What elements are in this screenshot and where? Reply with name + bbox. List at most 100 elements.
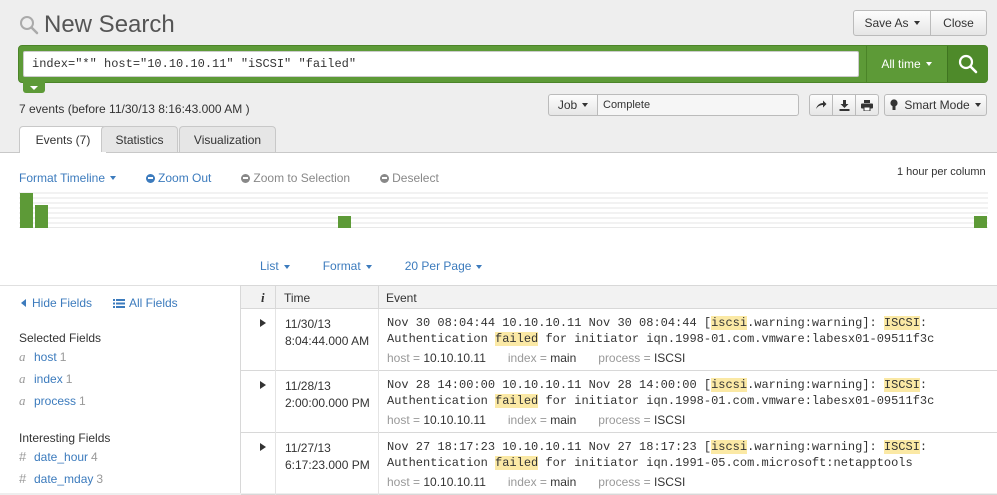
search-icon xyxy=(958,54,978,74)
search-term-highlight[interactable]: ISCSI xyxy=(883,440,920,454)
chevron-down-icon xyxy=(283,264,290,269)
event-text-segment: : xyxy=(919,440,928,454)
close-button[interactable]: Close xyxy=(930,10,987,36)
tab-events[interactable]: Events (7) xyxy=(19,126,107,153)
event-text-segment: Authentication xyxy=(387,456,496,470)
field-process[interactable]: a process 1 xyxy=(19,393,86,409)
field-key: index = xyxy=(507,475,551,489)
field-value: main xyxy=(550,475,577,489)
search-term-highlight[interactable]: iscsi xyxy=(711,378,748,392)
event-line: Authentication failed for initiator iqn.… xyxy=(387,331,934,347)
tab-statistics[interactable]: Statistics xyxy=(101,126,178,152)
search-icon xyxy=(20,16,39,35)
deselect-button[interactable]: Deselect xyxy=(380,170,439,186)
chevron-down-icon xyxy=(476,264,483,269)
field-date-mday[interactable]: # date_mday 3 xyxy=(19,471,103,486)
field-name: process xyxy=(34,394,77,408)
search-input[interactable]: index="*" host="10.10.10.11" "iSCSI" "fa… xyxy=(23,51,859,77)
field-host[interactable]: a host 1 xyxy=(19,349,66,365)
interesting-fields-heading: Interesting Fields xyxy=(19,431,111,445)
field-index[interactable]: a index 1 xyxy=(19,371,72,387)
format-timeline-label: Format Timeline xyxy=(19,171,106,185)
column-divider xyxy=(275,286,276,310)
print-icon xyxy=(861,99,873,111)
table-row: 11/28/13 2:00:00.000 PM Nov 28 14:00:00 1… xyxy=(241,371,997,433)
field-index-pair[interactable]: index = main xyxy=(508,413,576,427)
field-name: host xyxy=(34,350,57,364)
search-term-highlight[interactable]: iscsi xyxy=(711,316,748,330)
share-button[interactable] xyxy=(809,94,833,116)
tab-visualization[interactable]: Visualization xyxy=(179,126,276,152)
title-row: New Search xyxy=(18,8,175,42)
timeline-bar[interactable] xyxy=(338,216,351,228)
expand-row-icon[interactable] xyxy=(260,381,266,389)
search-button[interactable] xyxy=(947,46,988,82)
save-as-button[interactable]: Save As xyxy=(853,10,931,36)
field-process-pair[interactable]: process = ISCSI xyxy=(598,413,685,427)
list-view-button[interactable]: List xyxy=(260,259,290,273)
field-process-pair[interactable]: process = ISCSI xyxy=(598,351,685,365)
export-button[interactable] xyxy=(832,94,856,116)
hide-fields-label: Hide Fields xyxy=(32,296,93,310)
event-text-segment: for initiator iqn.1998-01.com.vmware:lab… xyxy=(538,394,935,408)
field-host-pair[interactable]: host = 10.10.10.11 xyxy=(387,413,486,427)
zoom-out-button[interactable]: Zoom Out xyxy=(146,170,211,186)
field-date-hour[interactable]: # date_hour 4 xyxy=(19,449,98,464)
field-key: index = xyxy=(507,413,551,427)
search-term-highlight[interactable]: failed xyxy=(495,456,539,470)
timeline-bar[interactable] xyxy=(35,205,48,228)
search-term-highlight[interactable]: ISCSI xyxy=(883,316,920,330)
timeline-bar[interactable] xyxy=(20,193,33,228)
event-text-segment: Nov 28 14:00:00 10.10.10.11 Nov 28 14:00… xyxy=(387,378,712,392)
column-divider xyxy=(275,309,276,371)
search-mode-label: Smart Mode xyxy=(904,98,970,112)
field-host-pair[interactable]: host = 10.10.10.11 xyxy=(387,475,486,489)
expand-row-icon[interactable] xyxy=(260,443,266,451)
event-text: Nov 30 08:04:44 10.10.10.11 Nov 30 08:04… xyxy=(387,315,934,347)
field-value: ISCSI xyxy=(653,413,686,427)
field-index-pair[interactable]: index = main xyxy=(508,475,576,489)
search-term-highlight[interactable]: failed xyxy=(495,332,539,346)
all-fields-label: All Fields xyxy=(129,296,178,310)
job-status: Complete xyxy=(597,94,799,116)
chevron-down-icon xyxy=(30,85,38,90)
event-text-segment: .warning:warning]: xyxy=(747,316,884,330)
format-timeline-button[interactable]: Format Timeline xyxy=(19,170,117,186)
expand-row-icon[interactable] xyxy=(260,319,266,327)
field-count: 1 xyxy=(59,350,67,364)
zoom-to-selection-button[interactable]: Zoom to Selection xyxy=(241,170,350,186)
event-fields: host = 10.10.10.11 index = main process … xyxy=(387,351,707,365)
field-value: 10.10.10.11 xyxy=(423,413,486,427)
field-index-pair[interactable]: index = main xyxy=(508,351,576,365)
search-mode-button[interactable]: Smart Mode xyxy=(884,94,987,116)
event-text-segment: Authentication xyxy=(387,332,496,346)
format-button[interactable]: Format xyxy=(323,259,372,273)
all-fields-button[interactable]: All Fields xyxy=(113,296,178,310)
job-label: Job xyxy=(557,98,578,112)
search-assistant-toggle[interactable] xyxy=(23,82,45,93)
event-text-segment: Authentication xyxy=(387,394,496,408)
print-button[interactable] xyxy=(855,94,879,116)
field-name: date_mday xyxy=(34,472,94,486)
job-menu-button[interactable]: Job xyxy=(548,94,598,116)
field-value: ISCSI xyxy=(653,351,686,365)
search-term-highlight[interactable]: iscsi xyxy=(711,440,748,454)
search-term-highlight[interactable]: ISCSI xyxy=(883,378,920,392)
hide-fields-button[interactable]: Hide Fields xyxy=(19,296,92,310)
field-process-pair[interactable]: process = ISCSI xyxy=(598,475,685,489)
per-page-button[interactable]: 20 Per Page xyxy=(405,259,483,273)
string-type-icon: a xyxy=(19,371,26,386)
event-clock: 6:17:23.000 PM xyxy=(285,458,370,472)
format-label: Format xyxy=(322,259,361,273)
time-range-picker[interactable]: All time xyxy=(866,46,946,82)
timeline-chart[interactable] xyxy=(19,192,988,228)
column-divider xyxy=(378,309,379,371)
search-term-highlight[interactable]: failed xyxy=(495,394,539,408)
zoom-out-label: Zoom Out xyxy=(158,171,212,185)
field-key: process = xyxy=(598,413,654,427)
selected-fields-heading: Selected Fields xyxy=(19,331,102,345)
time-column-header[interactable]: Time xyxy=(284,291,310,305)
timeline-bar[interactable] xyxy=(974,216,987,228)
chevron-down-icon xyxy=(110,176,117,180)
field-host-pair[interactable]: host = 10.10.10.11 xyxy=(387,351,486,365)
